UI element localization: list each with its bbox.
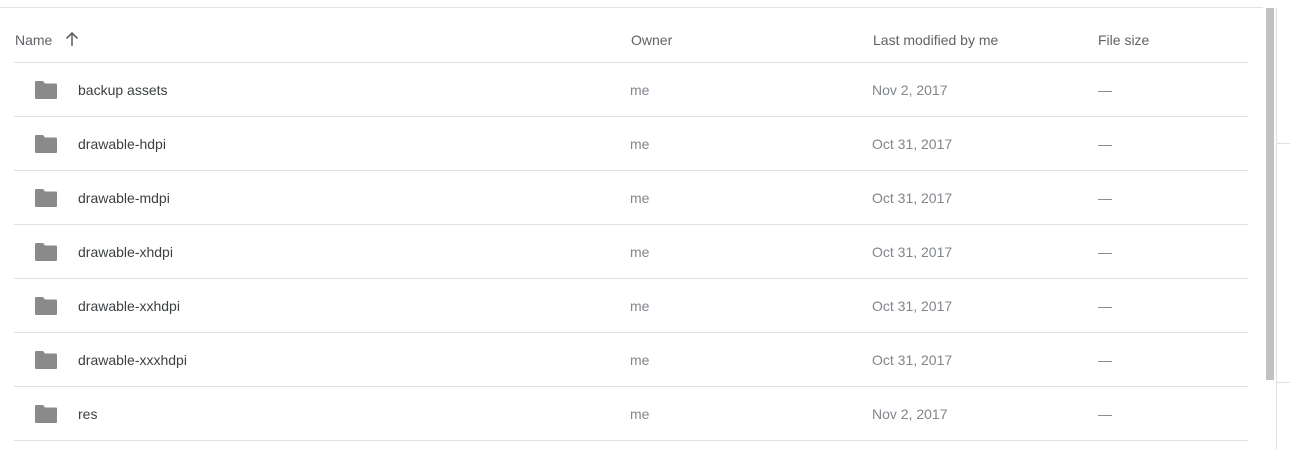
- file-size: —: [1098, 406, 1112, 422]
- side-panel-edge: [1276, 8, 1277, 450]
- table-row[interactable]: drawable-hdpi me Oct 31, 2017 —: [14, 117, 1248, 171]
- file-last-modified: Oct 31, 2017: [872, 244, 953, 260]
- file-owner: me: [630, 406, 650, 422]
- file-name: res: [78, 406, 98, 422]
- file-size: —: [1098, 82, 1112, 98]
- table-row[interactable]: drawable-mdpi me Oct 31, 2017 —: [14, 171, 1248, 225]
- table-row[interactable]: res me Nov 2, 2017 —: [14, 387, 1248, 441]
- file-last-modified: Nov 2, 2017: [872, 406, 948, 422]
- folder-icon: [35, 405, 57, 423]
- folder-icon: [35, 135, 57, 153]
- side-panel-divider: [1276, 143, 1290, 144]
- file-owner: me: [630, 82, 650, 98]
- file-owner: me: [630, 244, 650, 260]
- file-name: backup assets: [78, 82, 168, 98]
- file-owner: me: [630, 190, 650, 206]
- folder-icon: [35, 243, 57, 261]
- file-name: drawable-xhdpi: [78, 244, 173, 260]
- file-size: —: [1098, 244, 1112, 260]
- file-last-modified: Oct 31, 2017: [872, 136, 953, 152]
- file-last-modified: Oct 31, 2017: [872, 190, 953, 206]
- side-panel-divider: [1276, 382, 1290, 383]
- table-row[interactable]: backup assets me Nov 2, 2017 —: [14, 63, 1248, 117]
- file-table: Name Owner Last modified by me File size…: [14, 8, 1248, 441]
- file-name: drawable-mdpi: [78, 190, 170, 206]
- file-last-modified: Nov 2, 2017: [872, 82, 948, 98]
- file-owner: me: [630, 352, 650, 368]
- scrollbar-thumb[interactable]: [1266, 8, 1274, 380]
- folder-icon: [35, 189, 57, 207]
- file-owner: me: [630, 298, 650, 314]
- file-name: drawable-xxhdpi: [78, 298, 180, 314]
- file-list-page: Name Owner Last modified by me File size…: [0, 0, 1290, 450]
- file-owner: me: [630, 136, 650, 152]
- file-name: drawable-hdpi: [78, 136, 166, 152]
- file-size: —: [1098, 136, 1112, 152]
- arrow-up-icon[interactable]: [65, 31, 79, 47]
- name-column-header[interactable]: Name: [15, 32, 52, 48]
- owner-column-header[interactable]: Owner: [631, 32, 672, 48]
- file-last-modified: Oct 31, 2017: [872, 352, 953, 368]
- folder-icon: [35, 81, 57, 99]
- file-name: drawable-xxxhdpi: [78, 352, 187, 368]
- table-row[interactable]: drawable-xxxhdpi me Oct 31, 2017 —: [14, 333, 1248, 387]
- table-header-row: Name Owner Last modified by me File size: [14, 8, 1248, 63]
- folder-icon: [35, 297, 57, 315]
- table-row[interactable]: drawable-xxhdpi me Oct 31, 2017 —: [14, 279, 1248, 333]
- file-last-modified: Oct 31, 2017: [872, 298, 953, 314]
- table-row[interactable]: drawable-xhdpi me Oct 31, 2017 —: [14, 225, 1248, 279]
- file-size-column-header[interactable]: File size: [1098, 32, 1149, 48]
- file-size: —: [1098, 190, 1112, 206]
- folder-icon: [35, 351, 57, 369]
- file-size: —: [1098, 298, 1112, 314]
- last-modified-column-header[interactable]: Last modified by me: [873, 32, 998, 48]
- file-size: —: [1098, 352, 1112, 368]
